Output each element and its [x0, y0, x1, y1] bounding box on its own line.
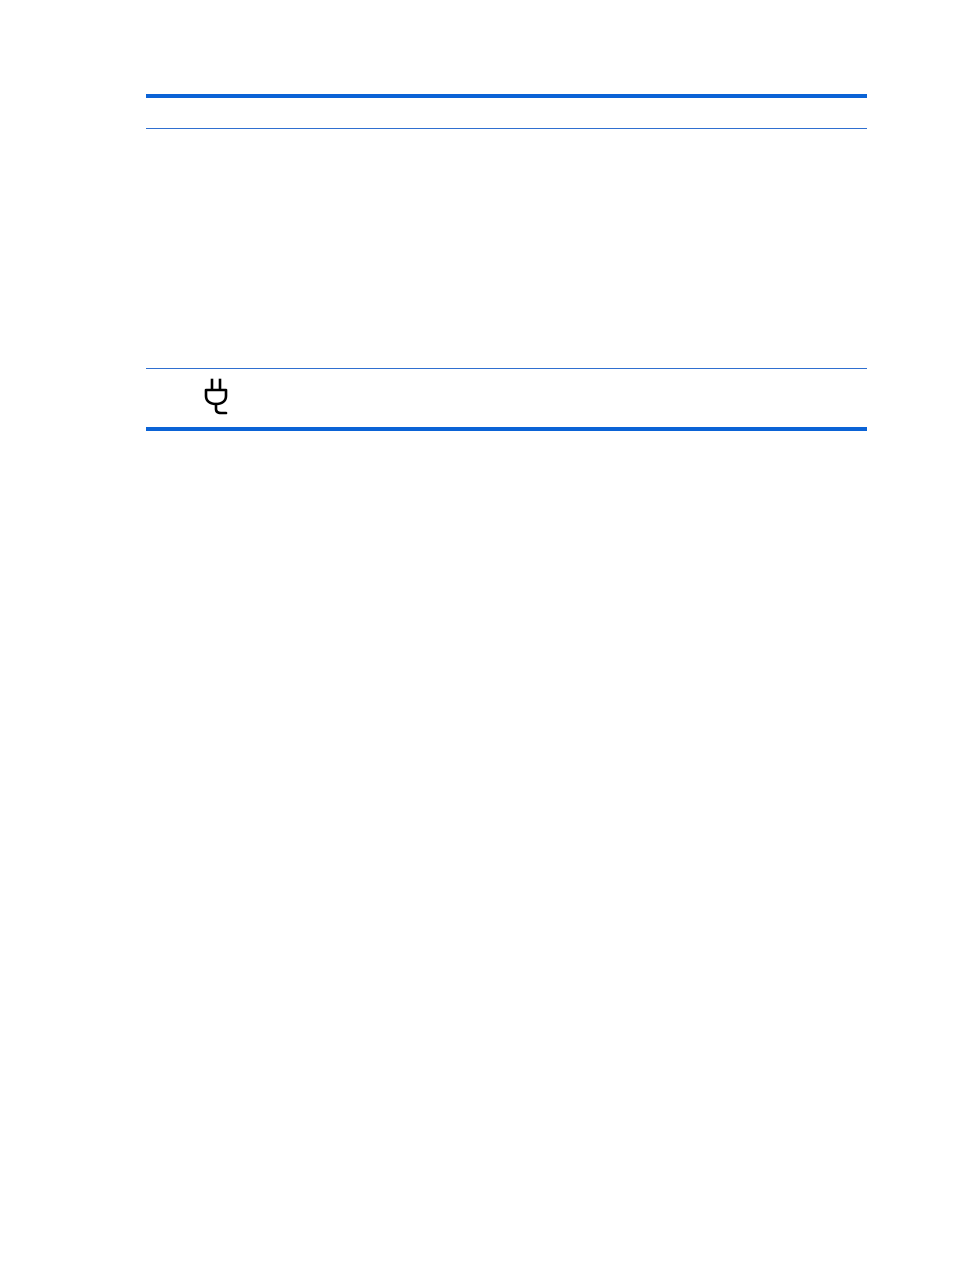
table-row	[146, 129, 867, 368]
component-table	[146, 94, 867, 431]
table-header-row	[146, 98, 867, 128]
table-bottom-rule	[146, 427, 867, 431]
power-plug-icon	[200, 377, 234, 417]
table-row	[146, 369, 867, 427]
